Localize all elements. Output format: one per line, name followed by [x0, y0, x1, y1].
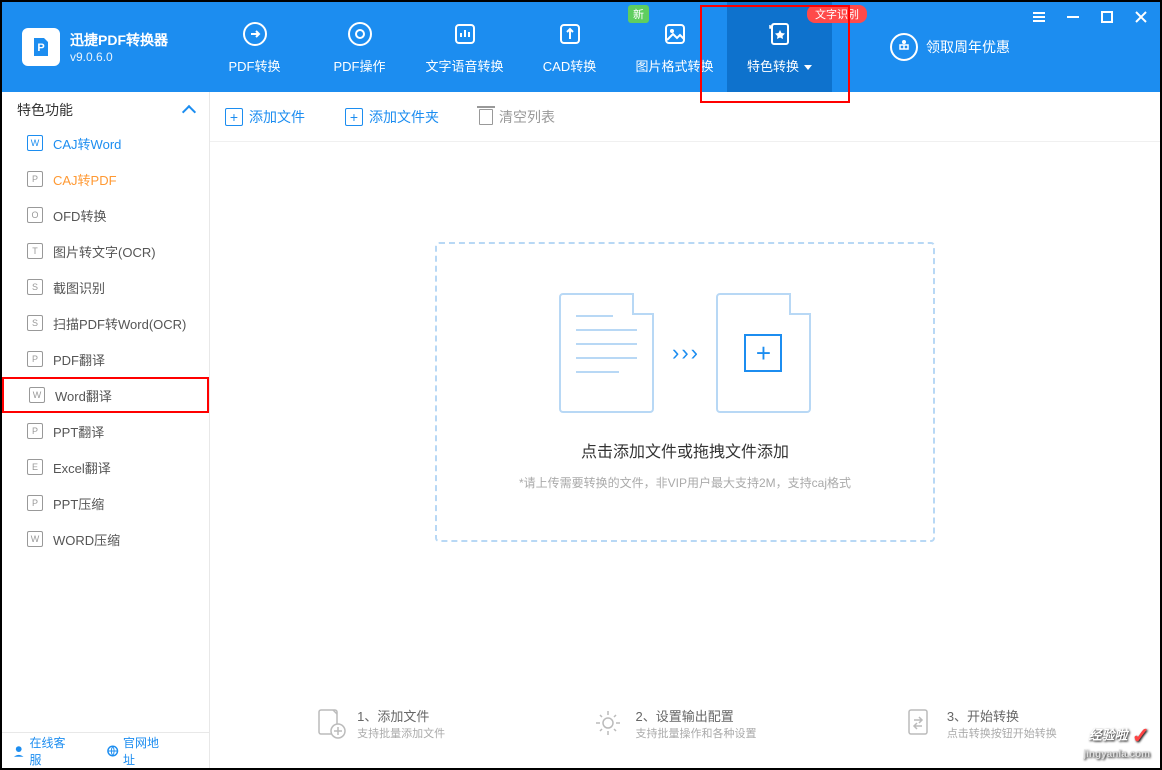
- file-icon: E: [27, 459, 43, 475]
- website-link[interactable]: 官网地址: [106, 734, 185, 768]
- sidebar-item-word-translate[interactable]: WWord翻译: [2, 377, 209, 413]
- file-icon: O: [27, 207, 43, 223]
- cad-icon: [556, 20, 584, 48]
- close-button[interactable]: [1132, 8, 1150, 26]
- step-convert-icon: [903, 706, 937, 740]
- sidebar-item-word-compress[interactable]: WWORD压缩: [2, 521, 209, 557]
- file-icon: P: [27, 171, 43, 187]
- maximize-button[interactable]: [1098, 8, 1116, 26]
- pdf-operate-icon: [346, 20, 374, 48]
- step-3: 3、开始转换点击转换按钮开始转换: [903, 706, 1057, 741]
- star-page-icon: [766, 20, 794, 48]
- arrow-icon: ›››: [672, 340, 698, 366]
- pdf-convert-icon: [241, 20, 269, 48]
- file-icon: T: [27, 243, 43, 259]
- tab-pdf-convert[interactable]: PDF转换: [202, 2, 307, 92]
- sidebar-item-caj-pdf[interactable]: PCAJ转PDF: [2, 161, 209, 197]
- sidebar-section-header[interactable]: 特色功能: [2, 95, 209, 125]
- dropzone-hint: *请上传需要转换的文件，非VIP用户最大支持2M，支持caj格式: [519, 474, 851, 491]
- dropzone-illustration: ››› +: [559, 293, 811, 413]
- toolbar: + 添加文件 + 添加文件夹 清空列表: [210, 92, 1160, 142]
- file-icon: P: [27, 351, 43, 367]
- main-content: + 添加文件 + 添加文件夹 清空列表: [210, 92, 1160, 768]
- header-tabs: PDF转换 PDF操作 文字语音转换 CAD转换 新 图片格式转换 文字识别: [202, 2, 832, 92]
- step-2: 2、设置输出配置支持批量操作和各种设置: [591, 706, 756, 741]
- sidebar-item-ofd[interactable]: OOFD转换: [2, 197, 209, 233]
- sidebar-item-ocr-image[interactable]: T图片转文字(OCR): [2, 233, 209, 269]
- logo-area: P 迅捷PDF转换器 v9.0.6.0: [2, 28, 202, 66]
- file-icon: W: [29, 387, 45, 403]
- dropdown-arrow-icon: [804, 65, 812, 70]
- plus-icon: +: [744, 334, 782, 372]
- chevron-up-icon: [182, 105, 196, 119]
- file-icon: S: [27, 279, 43, 295]
- clear-list-button[interactable]: 清空列表: [479, 107, 555, 127]
- sidebar-item-caj-word[interactable]: WCAJ转Word: [2, 125, 209, 161]
- add-folder-button[interactable]: + 添加文件夹: [345, 107, 439, 127]
- tab-image-convert[interactable]: 新 图片格式转换: [622, 2, 727, 92]
- trash-icon: [479, 109, 493, 125]
- target-file-icon: +: [716, 293, 811, 413]
- sidebar-item-screenshot-ocr[interactable]: S截图识别: [2, 269, 209, 305]
- image-icon: [661, 20, 689, 48]
- app-logo-icon: P: [22, 28, 60, 66]
- step-settings-icon: [591, 706, 625, 740]
- svg-text:P: P: [37, 42, 44, 54]
- reward-icon: [890, 33, 918, 61]
- sidebar: 特色功能 WCAJ转Word PCAJ转PDF OOFD转换 T图片转文字(OC…: [2, 92, 210, 768]
- tab-text-speech[interactable]: 文字语音转换: [412, 2, 517, 92]
- add-file-button[interactable]: + 添加文件: [225, 107, 305, 127]
- watermark: 经验啦✓ jingyanla.com: [1083, 723, 1150, 760]
- add-folder-icon: +: [345, 108, 363, 126]
- file-icon: S: [27, 315, 43, 331]
- tab-pdf-operate[interactable]: PDF操作: [307, 2, 412, 92]
- dropzone[interactable]: ››› + 点击添加文件或拖拽文件添加 *请上传需要转换的文件，非VIP用户最大…: [435, 242, 935, 542]
- sidebar-item-ppt-translate[interactable]: PPPT翻译: [2, 413, 209, 449]
- steps-bar: 1、添加文件支持批量添加文件 2、设置输出配置支持批量操作和各种设置 3、开始转…: [210, 678, 1160, 768]
- add-file-icon: +: [225, 108, 243, 126]
- reward-link[interactable]: 领取周年优惠: [890, 2, 1010, 92]
- file-icon: W: [27, 135, 43, 151]
- sidebar-item-pdf-translate[interactable]: PPDF翻译: [2, 341, 209, 377]
- file-icon: P: [27, 423, 43, 439]
- minimize-button[interactable]: [1064, 8, 1082, 26]
- app-title: 迅捷PDF转换器: [70, 30, 168, 50]
- window-controls: [1030, 8, 1150, 26]
- source-file-icon: [559, 293, 654, 413]
- file-icon: W: [27, 531, 43, 547]
- menu-button[interactable]: [1030, 8, 1048, 26]
- sidebar-items: WCAJ转Word PCAJ转PDF OOFD转换 T图片转文字(OCR) S截…: [2, 125, 209, 732]
- sidebar-item-excel-translate[interactable]: EExcel翻译: [2, 449, 209, 485]
- header: P 迅捷PDF转换器 v9.0.6.0 PDF转换 PDF操作 文字语音转换: [2, 2, 1160, 92]
- badge-ocr: 文字识别: [807, 5, 867, 23]
- step-add-icon: [313, 706, 347, 740]
- tab-cad-convert[interactable]: CAD转换: [517, 2, 622, 92]
- file-icon: P: [27, 495, 43, 511]
- sidebar-item-scan-pdf-word[interactable]: S扫描PDF转Word(OCR): [2, 305, 209, 341]
- tab-special-convert[interactable]: 文字识别 特色转换: [727, 2, 832, 92]
- step-1: 1、添加文件支持批量添加文件: [313, 706, 445, 741]
- sidebar-item-ppt-compress[interactable]: PPPT压缩: [2, 485, 209, 521]
- app-version: v9.0.6.0: [70, 50, 168, 64]
- sidebar-footer: 在线客服 官网地址: [2, 732, 209, 768]
- speech-icon: [451, 20, 479, 48]
- online-service-link[interactable]: 在线客服: [12, 734, 91, 768]
- dropzone-title: 点击添加文件或拖拽文件添加: [581, 438, 789, 462]
- badge-new: 新: [628, 5, 649, 23]
